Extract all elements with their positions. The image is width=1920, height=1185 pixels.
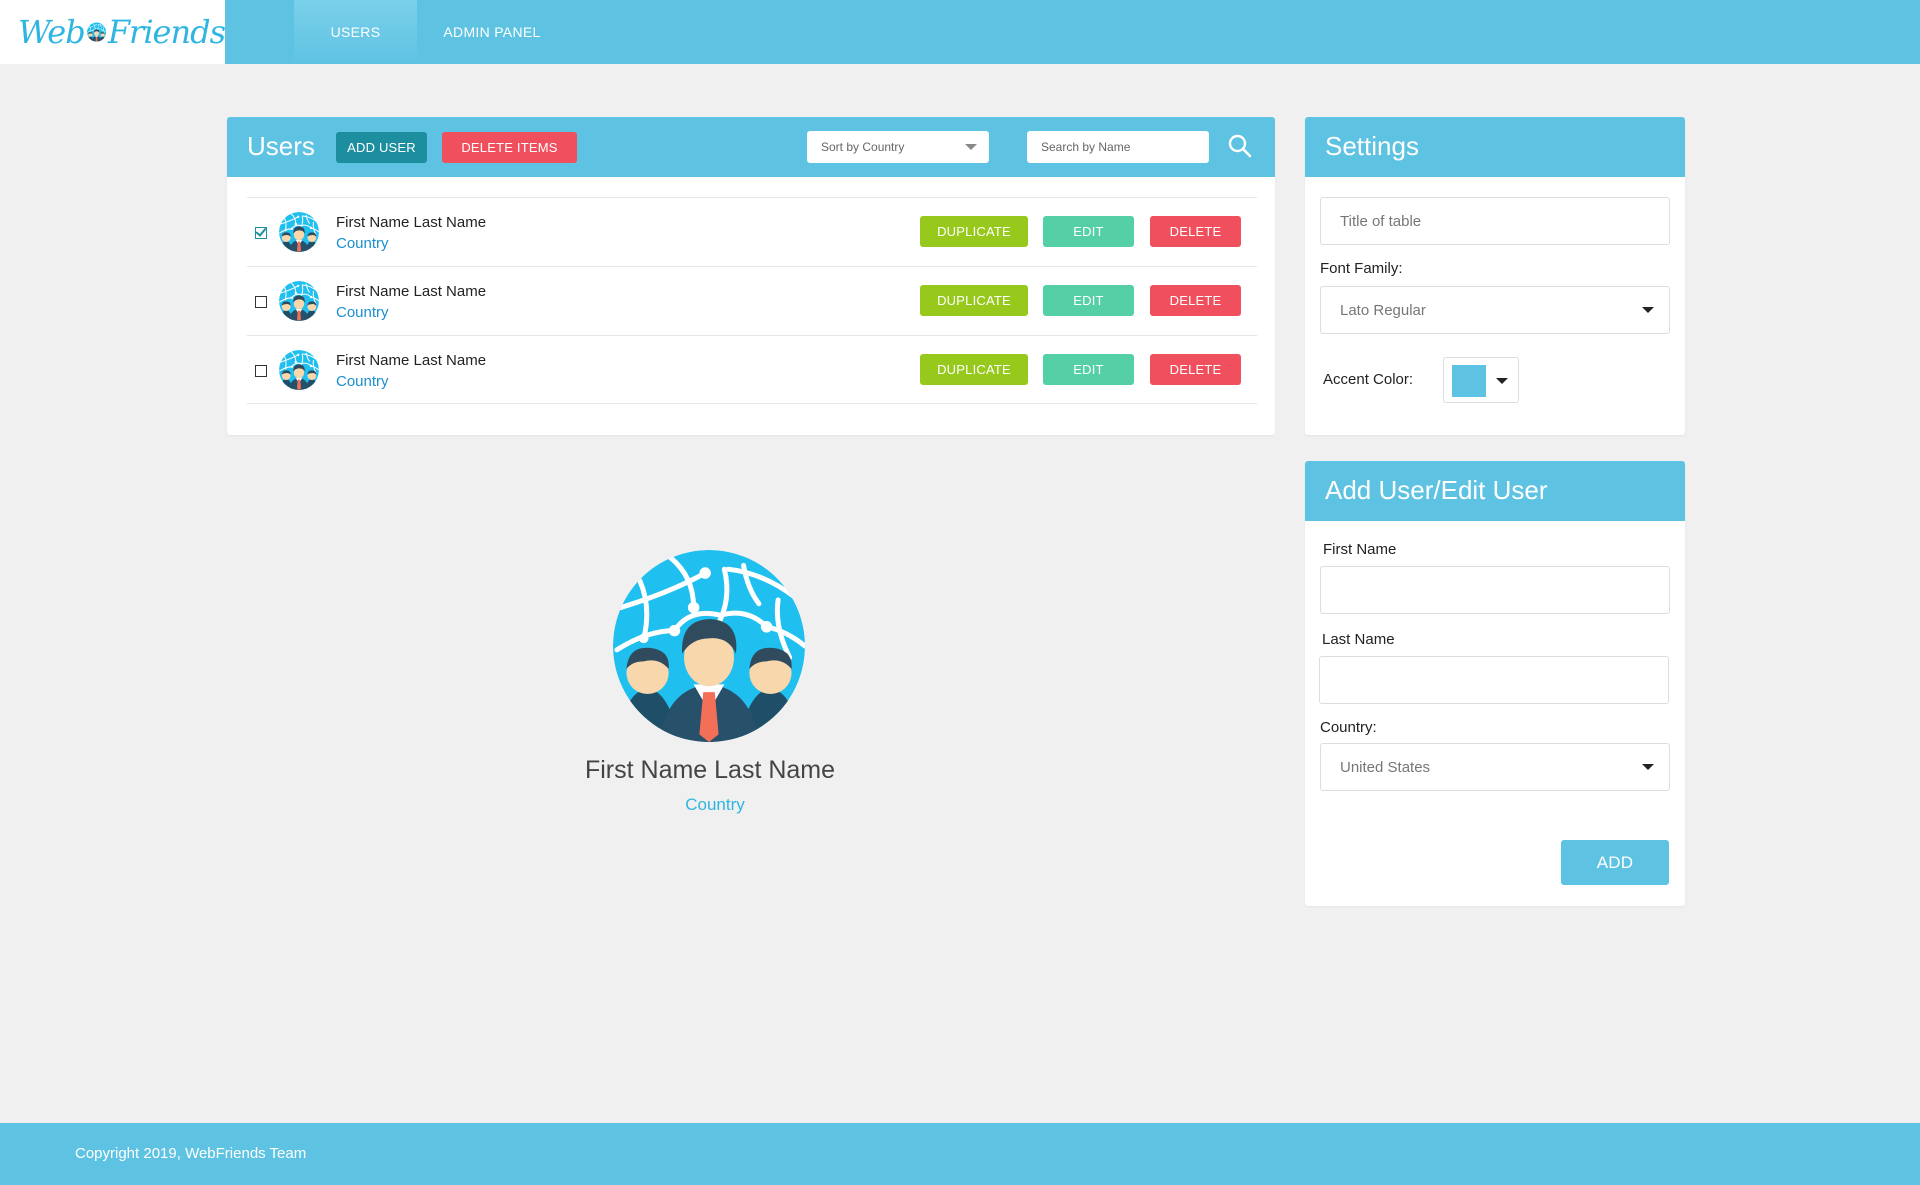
user-row: First Name Last Name Country DUPLICATE E… <box>247 335 1257 404</box>
footer-copyright: Copyright 2019, WebFriends Team <box>75 1145 307 1162</box>
sort-select[interactable]: Sort by Country <box>807 131 989 163</box>
avatar <box>279 212 319 252</box>
globe-people-icon <box>87 13 106 51</box>
edit-button[interactable]: EDIT <box>1043 285 1134 316</box>
brand-right-word: Friends <box>107 13 226 51</box>
user-profile-card: First Name Last Name Country <box>540 550 890 815</box>
user-name: First Name Last Name <box>336 214 487 231</box>
chevron-down-icon <box>1642 307 1654 313</box>
brand-left-word: Web <box>18 13 86 51</box>
search-icon[interactable] <box>1227 133 1253 159</box>
duplicate-button[interactable]: DUPLICATE <box>920 285 1028 316</box>
country-label: Country: <box>1320 719 1377 736</box>
user-name: First Name Last Name <box>336 352 487 369</box>
tab-users[interactable]: USERS <box>294 0 417 64</box>
add-edit-user-header: Add User/Edit User <box>1305 461 1685 521</box>
user-country[interactable]: Country <box>336 373 389 390</box>
profile-country[interactable]: Country <box>540 795 890 815</box>
top-navbar: Web Friends USERS ADMIN PANEL <box>0 0 1920 64</box>
delete-button[interactable]: DELETE <box>1150 285 1241 316</box>
footer: Copyright 2019, WebFriends Team <box>0 1123 1920 1185</box>
edit-button[interactable]: EDIT <box>1043 216 1134 247</box>
settings-panel-title: Settings <box>1325 131 1419 161</box>
add-edit-user-panel: Add User/Edit User First Name Last Name … <box>1305 461 1685 906</box>
settings-panel: Settings Title of table Font Family: Lat… <box>1305 117 1685 435</box>
accent-color-swatch <box>1452 365 1486 397</box>
add-button[interactable]: ADD <box>1561 840 1669 885</box>
users-panel-header: Users ADD USER DELETE ITEMS Sort by Coun… <box>227 117 1275 177</box>
settings-panel-header: Settings <box>1305 117 1685 177</box>
country-select[interactable]: United States <box>1320 743 1670 791</box>
chevron-down-icon <box>965 144 977 150</box>
table-title-input[interactable]: Title of table <box>1320 197 1670 245</box>
sort-select-value: Sort by Country <box>821 140 905 154</box>
users-panel-title: Users <box>247 131 315 161</box>
profile-name: First Name Last Name <box>584 756 836 784</box>
duplicate-button[interactable]: DUPLICATE <box>920 354 1028 385</box>
first-name-label: First Name <box>1323 541 1397 558</box>
country-value: United States <box>1340 758 1431 776</box>
row-checkbox[interactable] <box>255 296 267 308</box>
profile-avatar <box>613 550 805 742</box>
user-name: First Name Last Name <box>336 283 487 300</box>
chevron-down-icon <box>1642 764 1654 770</box>
delete-button[interactable]: DELETE <box>1150 354 1241 385</box>
chevron-down-icon <box>1496 378 1508 384</box>
last-name-field[interactable] <box>1319 656 1669 704</box>
first-name-field[interactable] <box>1320 566 1670 614</box>
add-edit-user-title: Add User/Edit User <box>1325 475 1548 505</box>
delete-button[interactable]: DELETE <box>1150 216 1241 247</box>
avatar <box>279 281 319 321</box>
avatar <box>279 350 319 390</box>
table-title-placeholder: Title of table <box>1340 212 1422 230</box>
users-panel: Users ADD USER DELETE ITEMS Sort by Coun… <box>227 117 1275 435</box>
edit-button[interactable]: EDIT <box>1043 354 1134 385</box>
user-country[interactable]: Country <box>336 235 389 252</box>
user-list: First Name Last Name Country DUPLICATE E… <box>247 197 1257 404</box>
search-input[interactable] <box>1027 131 1209 163</box>
row-checkbox[interactable] <box>255 227 267 239</box>
row-checkbox[interactable] <box>255 365 267 377</box>
accent-color-label: Accent Color: <box>1323 371 1414 388</box>
accent-color-picker[interactable] <box>1443 357 1519 403</box>
brand-logo[interactable]: Web Friends <box>0 0 226 64</box>
font-family-select[interactable]: Lato Regular <box>1320 286 1670 334</box>
font-family-label: Font Family: <box>1320 260 1403 277</box>
last-name-label: Last Name <box>1322 631 1395 648</box>
user-country[interactable]: Country <box>336 304 389 321</box>
font-family-value: Lato Regular <box>1340 301 1426 319</box>
user-row: First Name Last Name Country DUPLICATE E… <box>247 266 1257 335</box>
user-row: First Name Last Name Country DUPLICATE E… <box>247 197 1257 266</box>
tab-admin-panel[interactable]: ADMIN PANEL <box>430 0 554 64</box>
delete-items-button[interactable]: DELETE ITEMS <box>442 132 577 163</box>
duplicate-button[interactable]: DUPLICATE <box>920 216 1028 247</box>
add-user-button[interactable]: ADD USER <box>336 132 427 163</box>
